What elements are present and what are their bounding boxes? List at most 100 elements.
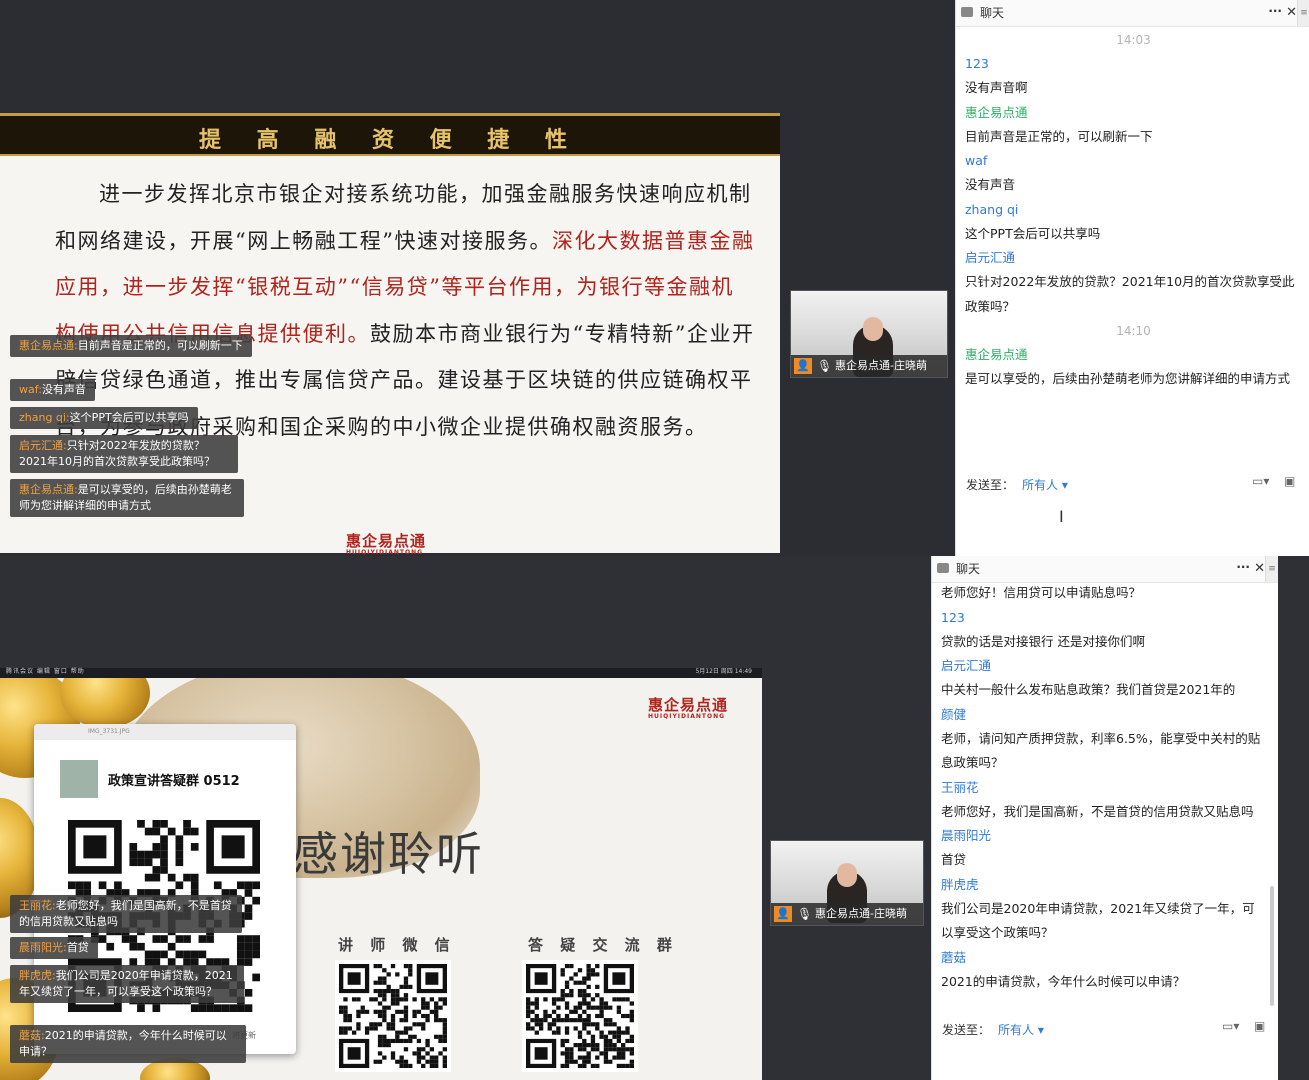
overlay-message: 惠企易点通:目前声音是正常的，可以刷新一下 bbox=[10, 335, 252, 357]
send-target: 发送至： 所有人 ▾ bbox=[942, 1021, 1044, 1038]
message-text: 是可以享受的，后续由孙楚萌老师为您讲解详细的申请方式 bbox=[965, 371, 1291, 386]
slide-title-bar: 提 高 融 资 便 捷 性 bbox=[0, 113, 780, 156]
microphone-icon[interactable]: 🎙 bbox=[817, 359, 832, 373]
overlay-sender: 启元汇通: bbox=[19, 439, 67, 452]
message-text: 贷款的话是对接银行 还是对接你们啊 bbox=[941, 633, 1145, 649]
slide-logo-text: 惠企易点通 bbox=[346, 532, 427, 550]
message-sender: 惠企易点通 bbox=[965, 347, 1028, 362]
chat-title: 聊天 bbox=[980, 6, 1005, 20]
speaker-video[interactable]: 惠企易点通-庄晓萌 👤 🎙 bbox=[770, 840, 924, 926]
overlay-sender: 惠企易点通: bbox=[19, 483, 78, 496]
collapse-icon[interactable]: ≡ bbox=[1297, 0, 1309, 26]
message-sender: 123 bbox=[941, 609, 965, 625]
message-text: 没有声音 bbox=[965, 177, 1016, 192]
group-name: 政策宣讲答疑群 0512 bbox=[108, 774, 240, 789]
more-options-icon[interactable]: ··· bbox=[1236, 556, 1250, 580]
overlay-text: 目前声音是正常的，可以刷新一下 bbox=[77, 339, 243, 352]
overlay-text: 这个PPT会后可以共享吗 bbox=[69, 411, 189, 424]
menubar-clock: 5月12日 周四 14:49 bbox=[695, 668, 752, 675]
collapse-icon[interactable]: ≡ bbox=[1265, 556, 1278, 582]
overlay-text: 没有声音 bbox=[41, 383, 86, 396]
chat-panel: 聊天 ··· ✕ ≡ 老师您好！信用贷可以申请贴息吗？ 123 贷款的话是对接银… bbox=[931, 556, 1278, 1080]
thanks-heading: 感谢聆听 bbox=[292, 827, 484, 881]
overlay-message: 胖虎虎:我们公司是2020年申请贷款，2021年又续贷了一年，可以享受这个政策吗… bbox=[10, 965, 244, 1003]
speaker-face bbox=[837, 863, 857, 887]
qr-code-image bbox=[339, 964, 447, 1068]
message-sender: 颜健 bbox=[941, 706, 967, 722]
message-sender: 晨雨阳光 bbox=[941, 828, 992, 843]
overlay-sender: 晨雨阳光: bbox=[19, 941, 67, 954]
overlay-message: 蘑菇:2021的申请贷款，今年什么时候可以申请？ bbox=[10, 1025, 246, 1063]
menubar-menus[interactable]: 腾讯会议 编辑 窗口 帮助 bbox=[6, 666, 85, 675]
send-label: 发送至： bbox=[966, 478, 1015, 492]
message-sender: 启元汇通 bbox=[965, 250, 1016, 265]
slide-logo: 惠企易点通 HUIQIYIDIANTONG bbox=[346, 530, 426, 556]
folder-icon[interactable]: ▭▾ bbox=[1252, 474, 1269, 488]
chat-header: 聊天 ··· ✕ ≡ bbox=[956, 0, 1309, 27]
teacher-qr-code bbox=[335, 960, 451, 1072]
mac-menubar: 腾讯会议 编辑 窗口 帮助 5月12日 周四 14:49 bbox=[0, 668, 762, 678]
chat-scrollbar[interactable] bbox=[1270, 886, 1274, 1006]
overlay-text: 首贷 bbox=[66, 941, 89, 954]
overlay-sender: zhang qi: bbox=[19, 411, 70, 424]
qr-code-image bbox=[526, 964, 634, 1068]
overlay-message: 晨雨阳光:首贷 bbox=[10, 937, 98, 959]
slide-logo-pinyin: HUIQIYIDIANTONG bbox=[648, 713, 726, 720]
message-sender: 蘑菇 bbox=[941, 949, 967, 965]
message-text: 首贷 bbox=[941, 852, 967, 867]
message-sender: zhang qi bbox=[965, 201, 1019, 217]
message-sender: 王丽花 bbox=[941, 779, 979, 795]
speaker-video[interactable]: 惠企易点通-庄晓萌 👤 🎙 bbox=[790, 290, 948, 378]
message-sender: 惠企易点通 bbox=[965, 104, 1028, 120]
slide-logo-text: 惠企易点通 bbox=[648, 696, 729, 714]
recipient-dropdown[interactable]: 所有人 ▾ bbox=[1022, 478, 1068, 492]
message-sender: 启元汇通 bbox=[941, 658, 992, 673]
chat-input[interactable] bbox=[932, 1044, 1278, 1080]
slide-logo: 惠企易点通 HUIQIYIDIANTONG bbox=[648, 694, 728, 720]
send-target: 发送至： 所有人 ▾ bbox=[966, 476, 1068, 493]
message-text: 这个PPT会后可以共享吗 bbox=[965, 225, 1101, 241]
group-label: 答 疑 交 流 群 bbox=[528, 936, 678, 954]
chat-bubble-icon bbox=[937, 563, 949, 573]
overlay-sender: waf: bbox=[19, 383, 42, 396]
overlay-sender: 王丽花: bbox=[19, 899, 56, 912]
chat-title: 聊天 bbox=[956, 562, 981, 576]
message-text: 中关村一般什么发布贴息政策？我们首贷是2021年的 bbox=[941, 682, 1236, 697]
settings-icon[interactable]: ▣ bbox=[1254, 1019, 1265, 1033]
chat-panel: 聊天 ··· ✕ ≡ 14:03 123 没有声音啊 惠企易点通 目前声音是正常… bbox=[955, 0, 1309, 556]
message-time: 14:03 bbox=[1116, 33, 1151, 47]
more-options-icon[interactable]: ··· bbox=[1268, 0, 1282, 24]
close-icon[interactable]: ✕ bbox=[1286, 0, 1297, 26]
chat-message-list: 14:03 123 没有声音啊 惠企易点通 目前声音是正常的，可以刷新一下 wa… bbox=[965, 28, 1302, 392]
group-qr-code bbox=[522, 960, 638, 1072]
text-cursor-icon: I bbox=[1059, 507, 1064, 526]
message-text: 没有声音啊 bbox=[965, 80, 1028, 95]
message-text: 老师，请问知产质押贷款，利率6.5%，能享受中关村的贴息政策吗？ bbox=[941, 730, 1261, 771]
settings-icon[interactable]: ▣ bbox=[1284, 474, 1295, 488]
message-text: 老师您好！信用贷可以申请贴息吗？ bbox=[941, 585, 1142, 600]
speaker-name: 惠企易点通-庄晓萌 bbox=[791, 355, 947, 377]
chat-bubble-icon bbox=[961, 7, 973, 17]
chat-input[interactable] bbox=[956, 500, 1309, 556]
folder-icon[interactable]: ▭▾ bbox=[1222, 1019, 1239, 1033]
speaker-face bbox=[863, 317, 883, 341]
group-avatar bbox=[60, 760, 98, 798]
overlay-text: 2021的申请贷款，今年什么时候可以申请？ bbox=[19, 1029, 227, 1058]
message-time: 14:10 bbox=[1116, 324, 1151, 338]
chat-header: 聊天 ··· ✕ ≡ bbox=[932, 556, 1278, 583]
avatar-icon: 👤 bbox=[774, 906, 792, 922]
message-text: 目前声音是正常的，可以刷新一下 bbox=[965, 128, 1153, 144]
avatar-icon: 👤 bbox=[794, 358, 812, 374]
image-viewer-window[interactable]: IMG_3731.JPG 政策宣讲答疑群 0512 bbox=[34, 724, 296, 1054]
speaker-name: 惠企易点通-庄晓萌 bbox=[771, 903, 923, 925]
chat-message-list: 老师您好！信用贷可以申请贴息吗？ 123 贷款的话是对接银行 还是对接你们啊 启… bbox=[941, 581, 1266, 994]
slide-title: 提 高 融 资 便 捷 性 bbox=[199, 127, 581, 153]
close-icon[interactable]: ✕ bbox=[1254, 556, 1265, 582]
overlay-message: 惠企易点通:是可以享受的，后续由孙楚萌老师为您讲解详细的申请方式 bbox=[10, 479, 244, 517]
overlay-message: 王丽花:老师您好，我们是国高新，不是首贷的信用贷款又贴息吗 bbox=[10, 895, 242, 933]
window-titlebar[interactable]: IMG_3731.JPG bbox=[34, 724, 296, 740]
overlay-sender: 蘑菇: bbox=[19, 1029, 45, 1042]
message-sender: waf bbox=[965, 153, 988, 168]
recipient-dropdown[interactable]: 所有人 ▾ bbox=[998, 1023, 1044, 1037]
microphone-icon[interactable]: 🎙 bbox=[797, 907, 812, 921]
